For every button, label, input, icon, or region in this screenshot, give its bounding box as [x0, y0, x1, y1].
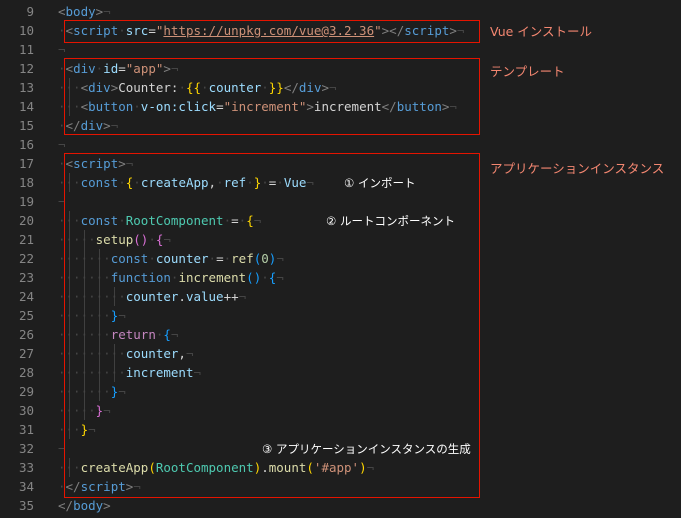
- line-number: 11: [18, 42, 34, 57]
- code-text: <body>¬: [58, 2, 111, 21]
- line-number: 12: [18, 61, 34, 76]
- note-create-app: ③ アプリケーションインスタンスの生成: [262, 442, 471, 456]
- line-number: 10: [18, 23, 34, 38]
- eol-marker: ¬: [58, 42, 66, 57]
- line-number: 29: [18, 384, 34, 399]
- code-line[interactable]: 35 </body>: [0, 496, 681, 515]
- line-number: 9: [26, 4, 34, 19]
- line-number: 20: [18, 213, 34, 228]
- line-number: 14: [18, 99, 34, 114]
- line-number: 18: [18, 175, 34, 190]
- line-number: 33: [18, 460, 34, 475]
- line-number: 32: [18, 441, 34, 456]
- line-number: 31: [18, 422, 34, 437]
- app-instance-label: アプリケーションインスタンス: [490, 161, 665, 176]
- line-number: 26: [18, 327, 34, 342]
- code-token: </: [58, 498, 74, 513]
- line-number: 22: [18, 251, 34, 266]
- template-box: [64, 58, 480, 135]
- eol-marker: ¬: [103, 4, 111, 19]
- code-token: body: [73, 498, 104, 513]
- line-number: 35: [18, 498, 34, 513]
- code-token: body: [65, 4, 96, 19]
- template-label: テンプレート: [490, 64, 565, 79]
- code-token: >: [103, 498, 111, 513]
- line-number: 16: [18, 137, 34, 152]
- line-number: 28: [18, 365, 34, 380]
- code-line[interactable]: 9 <body>¬: [0, 2, 681, 21]
- eol-marker: ¬: [58, 137, 66, 152]
- line-number: 15: [18, 118, 34, 133]
- line-number: 17: [18, 156, 34, 171]
- line-number: 25: [18, 308, 34, 323]
- line-number: 21: [18, 232, 34, 247]
- line-number: 34: [18, 479, 34, 494]
- note-import: ① インポート: [344, 176, 416, 190]
- line-number: 19: [18, 194, 34, 209]
- vue-install-label: Vue インストール: [490, 24, 593, 39]
- code-token: <: [58, 4, 66, 19]
- code-text: ¬: [58, 135, 66, 154]
- line-number: 13: [18, 80, 34, 95]
- line-number: 24: [18, 289, 34, 304]
- code-text: </body>: [58, 496, 111, 515]
- line-number: 27: [18, 346, 34, 361]
- note-root-component: ② ルートコンポーネント: [326, 214, 455, 228]
- code-line[interactable]: 16 ¬: [0, 135, 681, 154]
- line-number: 23: [18, 270, 34, 285]
- vue-install-box: [64, 20, 480, 43]
- line-number: 30: [18, 403, 34, 418]
